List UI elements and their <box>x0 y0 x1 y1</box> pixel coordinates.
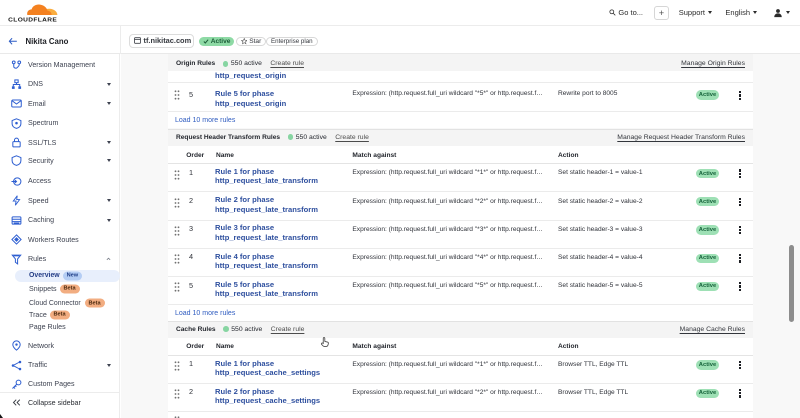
svg-text:CLOUDFLARE: CLOUDFLARE <box>8 17 57 22</box>
